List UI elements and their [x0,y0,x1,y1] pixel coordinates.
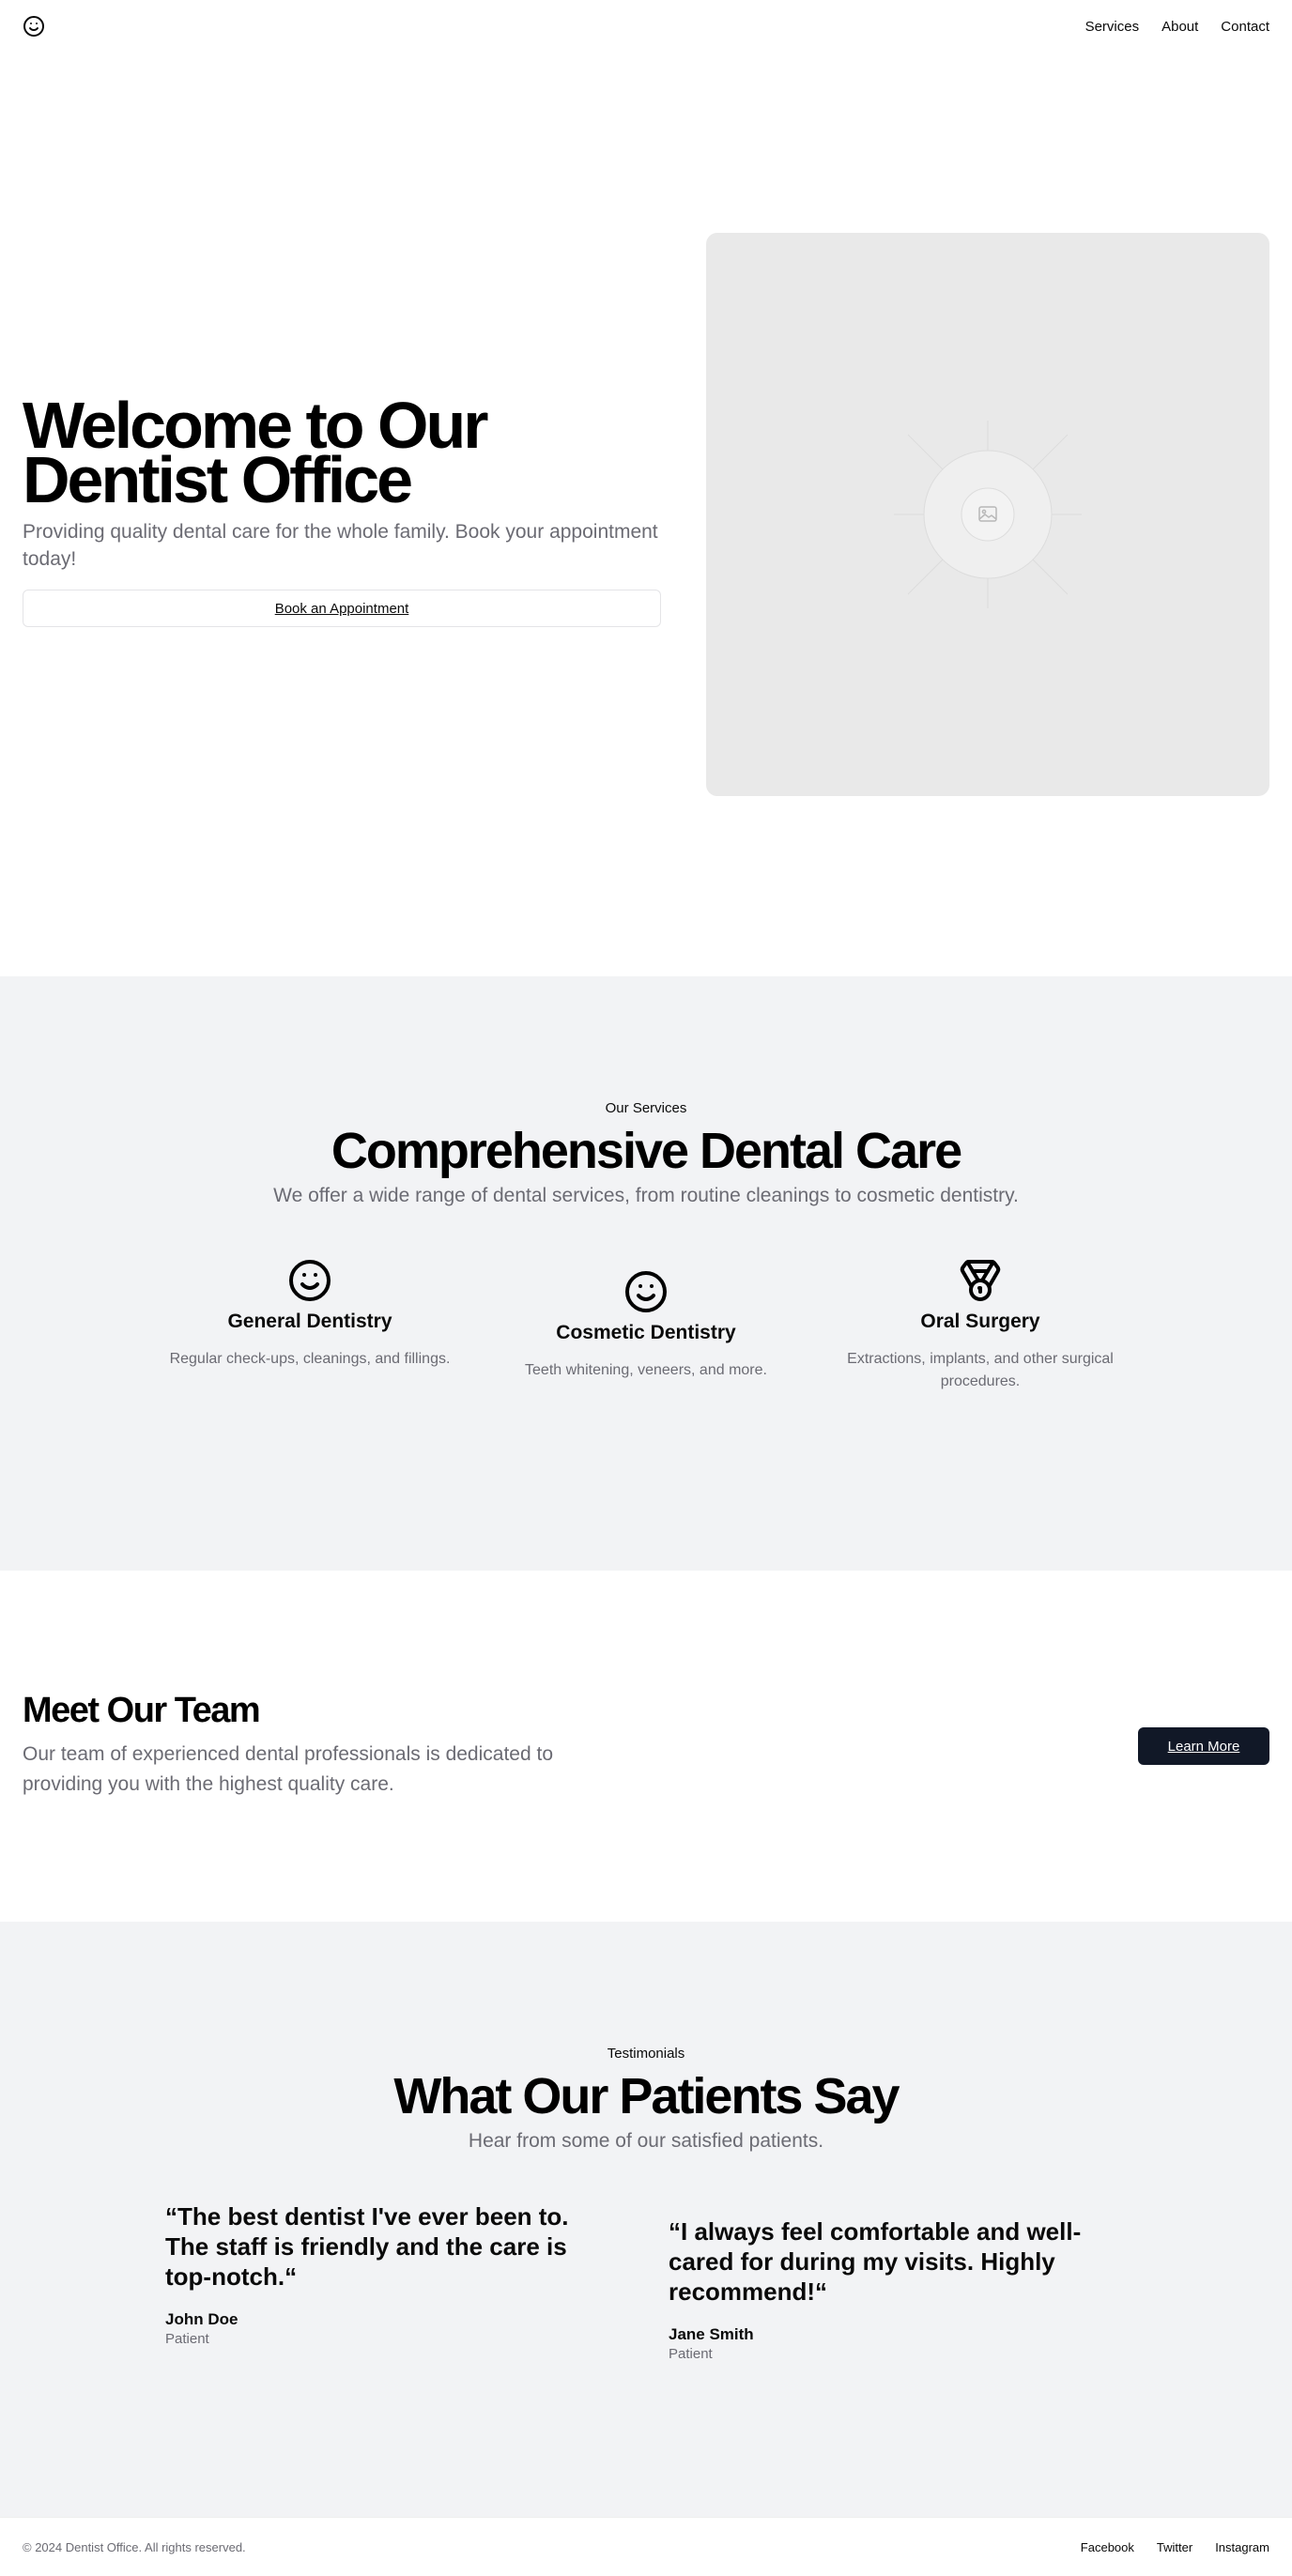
service-title: General Dentistry [227,1311,392,1332]
testimonials-subtitle: Hear from some of our satisfied patients… [468,2130,824,2152]
testimonials-section: Testimonials What Our Patients Say Hear … [0,1922,1292,2517]
services-subtitle: We offer a wide range of dental services… [273,1185,1019,1206]
team-subtitle: Our team of experienced dental professio… [23,1743,554,1795]
smile-icon[interactable] [23,15,45,38]
hero-section: Welcome to Our Dentist Office Providing … [0,53,1292,976]
book-appointment-button[interactable]: Book an Appointment [23,590,661,627]
team-section: Meet Our Team Our team of experienced de… [0,1571,1292,1922]
service-description: Regular check-ups, cleanings, and fillin… [169,1351,451,1367]
nav-about-link[interactable]: About [1161,19,1198,35]
nav-services-link[interactable]: Services [1085,19,1140,35]
service-title: Oral Surgery [920,1311,1040,1332]
service-description: Teeth whitening, veneers, and more. [525,1362,767,1378]
service-card-oral-surgery: Oral Surgery Extractions, implants, and … [839,1258,1121,1393]
site-footer: © 2024 Dentist Office. All rights reserv… [0,2517,1292,2576]
service-description: Extractions, implants, and other surgica… [847,1351,1114,1389]
team-title: Meet Our Team [23,1691,261,1730]
image-placeholder-icon [894,421,1082,608]
testimonial-quote: “The best dentist I've ever been to. The… [165,2202,569,2291]
copyright-text: © 2024 Dentist Office. All rights reserv… [23,2539,246,2554]
testimonials-title: What Our Patients Say [393,2068,900,2124]
hero-subtitle: Providing quality dental care for the wh… [23,521,658,570]
nav-contact-link[interactable]: Contact [1221,19,1269,35]
hero-image-placeholder [706,233,1269,796]
main-nav: Services About Contact [1085,19,1269,35]
service-card-cosmetic: Cosmetic Dentistry Teeth whitening, vene… [505,1269,787,1382]
services-title: Comprehensive Dental Care [331,1123,962,1179]
testimonials-eyebrow: Testimonials [607,2046,685,2062]
hero-title: Welcome to Our Dentist Office [23,389,488,516]
site-header: Services About Contact [0,0,1292,53]
service-card-general: General Dentistry Regular check-ups, cle… [169,1258,451,1371]
smile-icon [625,1271,667,1312]
smile-icon [289,1260,331,1301]
hero-content: Welcome to Our Dentist Office Providing … [23,389,661,627]
testimonial-author: Jane Smith [669,2325,754,2343]
facebook-link[interactable]: Facebook [1081,2540,1134,2554]
testimonial-author: John Doe [165,2310,238,2328]
testimonial-card: “The best dentist I've ever been to. The… [165,2201,616,2347]
testimonial-role: Patient [165,2331,209,2347]
instagram-link[interactable]: Instagram [1215,2540,1269,2554]
social-links: Facebook Twitter Instagram [1081,2540,1269,2554]
service-title: Cosmetic Dentistry [556,1322,736,1343]
services-section: Our Services Comprehensive Dental Care W… [0,976,1292,1571]
twitter-link[interactable]: Twitter [1157,2540,1192,2554]
testimonial-card: “I always feel comfortable and well-care… [669,2216,1119,2362]
testimonial-role: Patient [669,2346,713,2362]
testimonial-quote: “I always feel comfortable and well-care… [669,2217,1082,2306]
medal-icon [960,1260,1001,1301]
learn-more-button[interactable]: Learn More [1138,1727,1269,1765]
services-eyebrow: Our Services [605,1100,687,1116]
